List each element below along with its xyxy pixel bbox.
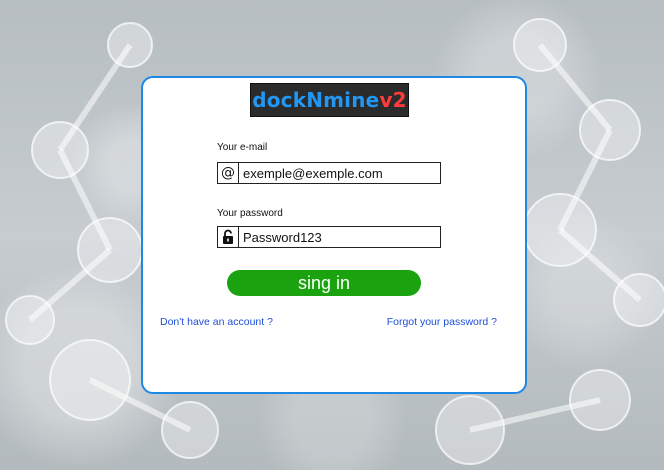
email-field[interactable] [239,163,440,183]
forgot-password-link[interactable]: Forgot your password ? [387,316,497,328]
password-field-wrapper [217,226,441,248]
logo-text-main: dockNmine [252,88,380,112]
signup-link[interactable]: Don't have an account ? [160,316,273,328]
password-field[interactable] [239,227,440,247]
email-label: Your e-mail [217,142,268,153]
logo-text-version: v2 [379,88,407,112]
signin-button[interactable]: sing in [227,270,421,296]
at-icon: @ [218,163,239,183]
lock-icon [218,227,239,247]
email-field-wrapper: @ [217,162,441,184]
password-label: Your password [217,208,283,219]
login-card: dockNminev2 Your e-mail @ Your password … [141,76,527,394]
app-logo: dockNmine v2 [250,83,409,117]
